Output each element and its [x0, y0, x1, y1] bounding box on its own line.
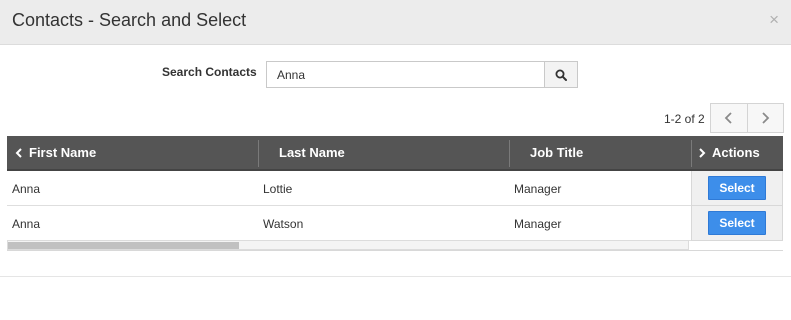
column-header-first-name[interactable]: First Name — [15, 136, 96, 169]
table-row: Anna Watson Manager — [7, 206, 691, 241]
pager — [710, 103, 784, 133]
column-header-job-title[interactable]: Job Title — [530, 136, 583, 169]
action-cell: Select — [692, 171, 782, 206]
select-button[interactable]: Select — [708, 176, 766, 200]
cell-first-name: Anna — [12, 181, 41, 196]
column-divider — [258, 140, 259, 167]
horizontal-scrollbar[interactable] — [7, 240, 689, 250]
contacts-grid: First Name Last Name Job Title Actions A… — [7, 136, 783, 251]
table-header: First Name Last Name Job Title Actions — [7, 136, 783, 171]
column-header-actions[interactable]: Actions — [698, 136, 760, 169]
cell-last-name: Watson — [263, 216, 304, 231]
chevron-left-icon[interactable] — [15, 147, 23, 158]
search-button[interactable] — [544, 61, 578, 88]
action-cell: Select — [692, 206, 782, 241]
close-icon[interactable]: × — [769, 11, 779, 29]
column-divider — [509, 140, 510, 167]
dialog-header: Contacts - Search and Select × — [0, 0, 791, 45]
scrollbar-thumb[interactable] — [8, 242, 239, 249]
cell-job-title: Manager — [514, 216, 562, 231]
table-row: Anna Lottie Manager — [7, 171, 691, 206]
chevron-right-icon[interactable] — [698, 147, 706, 158]
column-label: First Name — [29, 145, 97, 160]
pager-prev-button[interactable] — [711, 104, 747, 132]
cell-job-title: Manager — [514, 181, 562, 196]
column-label: Actions — [712, 145, 760, 160]
column-label: Job Title — [530, 145, 584, 160]
pager-count: 1-2 of 2 — [664, 112, 705, 126]
actions-column: Select Select — [691, 171, 783, 241]
select-button[interactable]: Select — [708, 211, 766, 235]
chevron-left-icon — [724, 112, 732, 124]
divider — [7, 250, 783, 251]
search-label: Search Contacts — [162, 65, 257, 79]
dialog-title: Contacts - Search and Select — [12, 10, 247, 30]
search-icon — [555, 69, 567, 81]
cell-last-name: Lottie — [263, 181, 293, 196]
pager-next-button[interactable] — [746, 104, 784, 132]
search-input[interactable] — [266, 61, 545, 88]
column-label: Last Name — [279, 145, 345, 160]
column-divider — [691, 140, 692, 167]
column-header-last-name[interactable]: Last Name — [279, 136, 345, 169]
chevron-right-icon — [762, 112, 770, 124]
cell-first-name: Anna — [12, 216, 41, 231]
divider — [0, 276, 791, 277]
